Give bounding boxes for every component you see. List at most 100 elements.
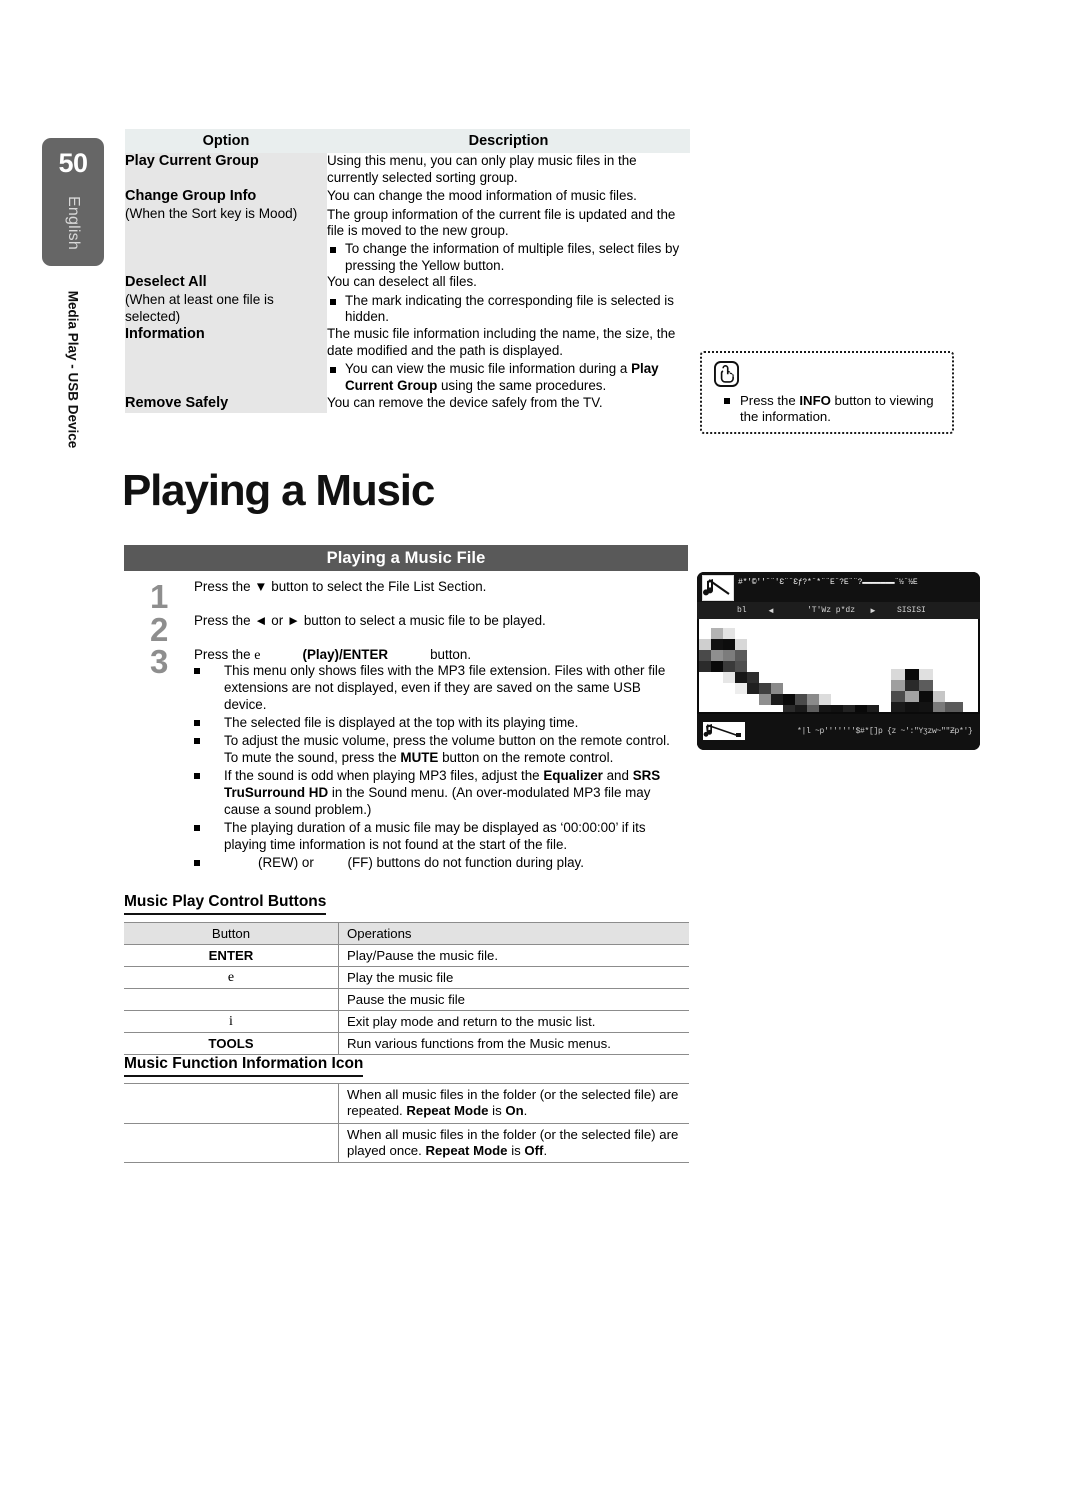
table-row: When all music files in the folder (or t… bbox=[124, 1083, 689, 1124]
repeat-mode-description-cell: When all music files in the folder (or t… bbox=[338, 1122, 689, 1164]
option-cell: Information bbox=[125, 326, 327, 395]
hand-press-icon bbox=[714, 361, 739, 387]
emphasis-text: Off bbox=[524, 1143, 544, 1159]
control-buttons-table: Button Operations ENTER Play/Pause the musi… bbox=[124, 922, 689, 1055]
option-subtitle: (When the Sort key is Mood) bbox=[125, 205, 298, 221]
button-name-cell: i bbox=[124, 1010, 339, 1033]
table-row: Pause the music file bbox=[124, 988, 689, 1011]
description-cell: You can change the mood information of m… bbox=[327, 188, 690, 275]
table-row: Deselect All (When at least one file is s… bbox=[125, 274, 690, 327]
operation-cell: Run various functions from the Music men… bbox=[338, 1032, 689, 1055]
column-header-button: Button bbox=[124, 922, 339, 945]
column-header-option: Option bbox=[125, 129, 327, 153]
description-paragraph: The music file information including the… bbox=[327, 326, 676, 358]
table-row: i Exit play mode and return to the music … bbox=[124, 1010, 689, 1033]
column-header-operations: Operations bbox=[338, 922, 689, 945]
body-text: The selected file is displayed at the to… bbox=[224, 715, 579, 731]
option-cell: Remove Safely bbox=[125, 394, 327, 414]
description-cell: You can remove the device safely from th… bbox=[327, 394, 690, 414]
description-paragraph: You can deselect all files. bbox=[327, 274, 477, 290]
description-bullet: To change the information of multiple fi… bbox=[327, 241, 690, 274]
section-label: Media Play - USB Device bbox=[42, 278, 104, 488]
manual-page: 50 English Media Play - USB Device Optio… bbox=[0, 0, 1080, 1488]
description-cell: Using this menu, you can only play music… bbox=[327, 153, 690, 189]
operation-cell: Play/Pause the music file. bbox=[338, 944, 689, 967]
note-box: Press the INFO button to viewing the inf… bbox=[700, 351, 954, 434]
step-number-2: 2 bbox=[150, 611, 168, 648]
list-item: The selected file is displayed at the to… bbox=[194, 714, 680, 731]
table-row: When all music files in the folder (or t… bbox=[124, 1122, 689, 1164]
repeat-mode-icon-cell bbox=[124, 1122, 339, 1164]
tv-toolbar-next-icon[interactable]: ► bbox=[869, 606, 877, 615]
body-text: . bbox=[543, 1143, 548, 1159]
body-text: is bbox=[507, 1143, 525, 1159]
tv-music-player-screenshot: #*'©''¨¨'Ɛ¨¨Ɛƒ?*¨*¨¨É¨?É¨¨?▬▬▬▬▬▬▬¨½¨½É … bbox=[697, 572, 980, 750]
body-text: . bbox=[523, 1103, 528, 1119]
step-number-3: 3 bbox=[150, 643, 168, 680]
emphasis-text: Equalizer bbox=[543, 768, 603, 784]
list-item: To adjust the music volume, press the vo… bbox=[194, 732, 680, 766]
option-title: Play Current Group bbox=[125, 153, 259, 169]
step3-play-glyph: e bbox=[254, 648, 261, 663]
step-text-2: Press the ◄ or ► button to select a musi… bbox=[194, 613, 546, 628]
page-number: 50 bbox=[58, 148, 88, 178]
option-subtitle: (When at least one file is selected) bbox=[125, 291, 274, 324]
description-bullet: The mark indicating the corresponding fi… bbox=[327, 293, 690, 326]
step3-part-a: Press the bbox=[194, 647, 255, 662]
operation-cell: Pause the music file bbox=[338, 988, 689, 1011]
list-item: If the sound is odd when playing MP3 fil… bbox=[194, 767, 680, 818]
emphasis-text: MUTE bbox=[400, 750, 439, 766]
tv-toolbar-item-0[interactable]: bl bbox=[737, 606, 747, 615]
button-name-cell: TOOLS bbox=[124, 1032, 339, 1055]
operation-cell: Play the music file bbox=[338, 966, 689, 989]
table-header-row: Button Operations bbox=[124, 922, 689, 945]
description-cell: The music file information including the… bbox=[327, 326, 690, 395]
description-paragraph: You can remove the device safely from th… bbox=[327, 394, 603, 410]
body-text: is bbox=[488, 1103, 506, 1119]
language-label-text: English bbox=[64, 196, 82, 250]
option-cell: Play Current Group bbox=[125, 153, 327, 189]
table-row: e Play the music file bbox=[124, 966, 689, 989]
body-text: button on the remote control. bbox=[438, 750, 614, 766]
list-item: (REW) or (FF) buttons do not function du… bbox=[194, 854, 680, 871]
option-title: Deselect All bbox=[125, 274, 207, 291]
tv-album-thumb-icon bbox=[702, 575, 734, 601]
tv-toolbar-item-2: 'T'Wz p*dz bbox=[807, 606, 856, 615]
page-marker-tab: 50 English bbox=[42, 138, 104, 266]
description-cell: You can deselect all files. The mark indi… bbox=[327, 274, 690, 327]
note-text: Press the INFO button to viewing the inf… bbox=[724, 393, 955, 426]
emphasis-text: Repeat Mode bbox=[425, 1143, 508, 1159]
body-text: and bbox=[602, 768, 633, 784]
option-cell: Change Group Info (When the Sort key is M… bbox=[125, 188, 327, 275]
note-text-before: Press the bbox=[740, 393, 800, 408]
tv-content-area bbox=[699, 619, 978, 712]
tv-toolbar-item-4: SISISI bbox=[897, 606, 926, 615]
table-row: Play Current Group Using this menu, you c… bbox=[125, 153, 690, 189]
music-note-small-glyph bbox=[703, 724, 741, 737]
music-note-glyph bbox=[703, 579, 730, 596]
option-description-table: Option Description Play Current Group Using… bbox=[125, 129, 690, 414]
body-text: If the sound is odd when playing MP3 fil… bbox=[224, 768, 544, 784]
emphasis-text: On bbox=[505, 1103, 524, 1119]
list-item: This menu only shows files with the MP3 … bbox=[194, 662, 680, 713]
tv-header-band: #*'©''¨¨'Ɛ¨¨Ɛƒ?*¨*¨¨É¨?É¨¨?▬▬▬▬▬▬▬¨½¨½É bbox=[697, 572, 980, 602]
step-number-1: 1 bbox=[150, 578, 168, 615]
body-text: (FF) buttons do not function during play… bbox=[347, 855, 584, 871]
table-row: Change Group Info (When the Sort key is M… bbox=[125, 188, 690, 275]
table-header-row: Option Description bbox=[125, 129, 690, 153]
tv-header-garbled-text: #*'©''¨¨'Ɛ¨¨Ɛƒ?*¨*¨¨É¨?É¨¨?▬▬▬▬▬▬▬¨½¨½É bbox=[738, 578, 918, 587]
note-text-bold: INFO bbox=[799, 393, 831, 408]
body-text: This menu only shows files with the MP3 … bbox=[224, 663, 666, 713]
tv-footer-band: *|l ~p'''''''$#*[]p {z ~':"Yʒzw~""Ƶp*'} bbox=[697, 714, 980, 750]
button-name-cell: ENTER bbox=[124, 944, 339, 967]
option-title: Change Group Info bbox=[125, 188, 257, 205]
page-title: Playing a Music bbox=[122, 466, 435, 515]
table-row: Information The music file information in… bbox=[125, 326, 690, 395]
repeat-mode-description-cell: When all music files in the folder (or t… bbox=[338, 1083, 689, 1124]
tv-toolbar-prev-icon[interactable]: ◄ bbox=[767, 606, 775, 615]
button-name-cell bbox=[124, 988, 339, 1011]
body-text: (REW) or bbox=[258, 855, 318, 871]
section-title-bar: Playing a Music File bbox=[124, 545, 688, 571]
table-row: Remove Safely You can remove the device s… bbox=[125, 394, 690, 414]
tv-screen-frame: #*'©''¨¨'Ɛ¨¨Ɛƒ?*¨*¨¨É¨?É¨¨?▬▬▬▬▬▬▬¨½¨½É … bbox=[697, 572, 980, 750]
